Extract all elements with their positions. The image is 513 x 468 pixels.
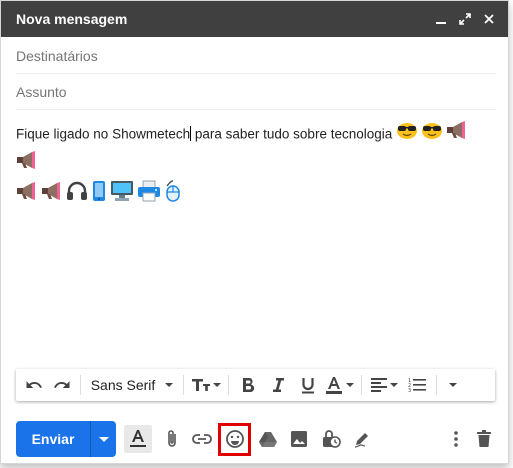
- printer-icon: [137, 180, 161, 212]
- compose-title: Nova mensagem: [16, 11, 128, 27]
- megaphone-icon: [446, 120, 468, 150]
- text-color-icon: [326, 377, 342, 394]
- chevron-down-icon: [213, 383, 221, 387]
- computer-mouse-icon: [164, 180, 182, 212]
- underline-icon[interactable]: [293, 373, 323, 397]
- emoji-button-highlight: [218, 423, 251, 456]
- send-button[interactable]: Enviar: [16, 431, 90, 447]
- schedule-send-button[interactable]: [91, 436, 116, 442]
- more-formatting-button[interactable]: [441, 373, 465, 397]
- insert-photo-icon[interactable]: [287, 427, 311, 451]
- minimize-icon[interactable]: [432, 10, 450, 28]
- body-text-end: para saber tudo sobre tecnologia: [191, 126, 393, 142]
- attach-file-icon[interactable]: [160, 427, 184, 451]
- discard-draft-icon[interactable]: [472, 427, 496, 451]
- chevron-down-icon: [98, 436, 109, 442]
- formatting-options-button[interactable]: [124, 425, 152, 453]
- body-text-start: Fique ligado no Showmetech: [16, 126, 191, 142]
- toolbar-divider: [436, 375, 437, 395]
- text-format-icon: [130, 430, 146, 447]
- numbered-list-icon[interactable]: 123: [402, 373, 432, 397]
- redo-icon[interactable]: [48, 373, 76, 397]
- font-family-value: Sans Serif: [90, 377, 156, 393]
- font-size-button[interactable]: [188, 373, 224, 397]
- headphones-icon: [66, 181, 88, 211]
- text-color-button[interactable]: [323, 373, 357, 397]
- close-icon[interactable]: [480, 10, 498, 28]
- compose-titlebar[interactable]: Nova mensagem: [1, 1, 508, 37]
- recipients-input[interactable]: [16, 47, 496, 64]
- align-button[interactable]: [366, 373, 402, 397]
- chevron-down-icon: [165, 383, 174, 387]
- toolbar-divider: [80, 375, 81, 395]
- toolbar-divider: [228, 375, 229, 395]
- toolbar-divider: [361, 375, 362, 395]
- fullscreen-icon[interactable]: [456, 10, 474, 28]
- align-left-icon: [370, 378, 387, 392]
- confidential-mode-icon[interactable]: [319, 427, 343, 451]
- message-body[interactable]: Fique ligado no Showmetech para saber tu…: [16, 120, 494, 212]
- subject-input[interactable]: [16, 83, 496, 100]
- megaphone-icon: [16, 181, 38, 211]
- megaphone-icon: [41, 181, 63, 211]
- bold-icon[interactable]: [233, 373, 263, 397]
- megaphone-icon: [16, 150, 38, 180]
- toolbar-divider: [183, 375, 184, 395]
- mobile-phone-icon: [91, 180, 107, 212]
- more-options-icon[interactable]: [444, 427, 468, 451]
- window-controls: [432, 1, 498, 37]
- send-button-group: Enviar: [16, 421, 116, 457]
- compose-actions: Enviar: [16, 421, 496, 457]
- google-drive-icon[interactable]: [256, 427, 280, 451]
- subject-field[interactable]: [16, 74, 496, 110]
- chevron-down-icon: [389, 383, 398, 387]
- insert-signature-icon[interactable]: [350, 427, 374, 451]
- chevron-down-icon: [346, 383, 354, 387]
- text-size-icon: [192, 379, 210, 391]
- recipients-field[interactable]: [16, 38, 496, 74]
- desktop-computer-icon: [110, 180, 134, 212]
- formatting-toolbar: Sans Serif 123: [16, 369, 495, 401]
- undo-icon[interactable]: [20, 373, 48, 397]
- sunglasses-face-icon: [396, 120, 418, 150]
- italic-icon[interactable]: [263, 373, 293, 397]
- font-family-select[interactable]: Sans Serif: [85, 373, 179, 397]
- chevron-down-icon: [449, 383, 457, 387]
- sunglasses-face-icon: [421, 120, 443, 150]
- compose-window: Nova mensagem Fique ligado no Showmetech…: [0, 0, 509, 464]
- insert-link-icon[interactable]: [190, 427, 214, 451]
- svg-text:3: 3: [408, 388, 411, 393]
